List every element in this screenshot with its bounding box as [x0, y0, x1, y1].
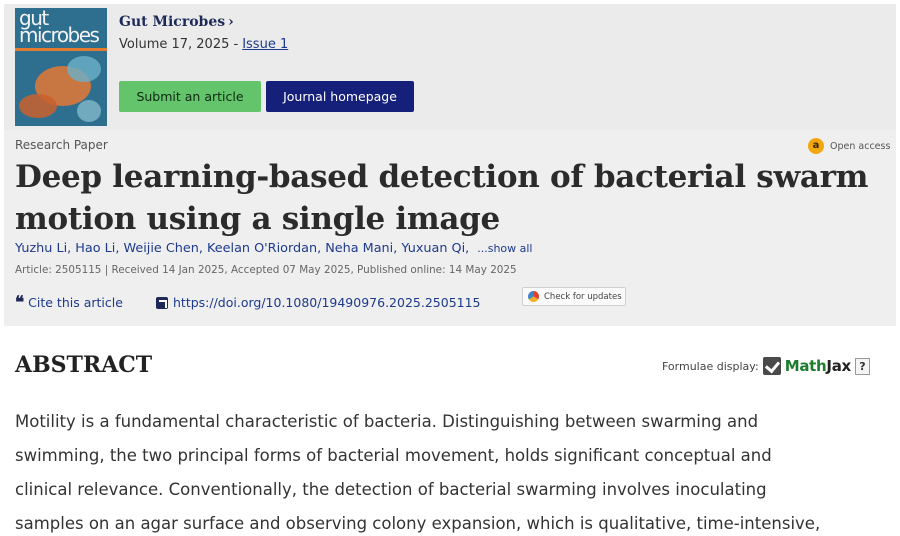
volume-info: Volume 17, 2025 - Issue 1	[119, 37, 288, 52]
abstract-line: clinical relevance. Conventionally, the …	[15, 480, 767, 499]
journal-homepage-button[interactable]: Journal homepage	[266, 81, 414, 112]
cite-label: Cite this article	[28, 295, 123, 310]
open-access-icon: a	[808, 138, 824, 154]
mathjax-logo[interactable]: MathJax	[785, 357, 851, 375]
help-icon[interactable]: ?	[854, 357, 870, 375]
chevron-right-icon: ›	[228, 14, 234, 30]
submit-article-button[interactable]: Submit an article	[119, 81, 261, 112]
cover-art	[19, 94, 57, 118]
journal-name: Gut Microbes	[119, 14, 226, 30]
cite-this-article-link[interactable]: ❝ Cite this article	[15, 292, 123, 313]
issue-link[interactable]: Issue 1	[242, 37, 288, 52]
abstract-heading: ABSTRACT	[15, 352, 153, 378]
formulae-display-toggle: Formulae display: MathJax ?	[662, 357, 870, 375]
abstract-line: samples on an agar surface and observing…	[15, 514, 821, 533]
cover-stripe	[15, 48, 107, 51]
abstract-line: Motility is a fundamental characteristic…	[15, 412, 759, 431]
article-dates: Article: 2505115 | Received 14 Jan 2025,…	[15, 264, 517, 276]
authors-links[interactable]: Yuzhu Li, Hao Li, Weijie Chen, Keelan O'…	[15, 241, 469, 256]
journal-cover-image[interactable]: gut microbes	[15, 8, 107, 126]
cover-title: gut microbes	[19, 8, 100, 47]
abstract-line: swimming, the two principal forms of bac…	[15, 446, 772, 465]
cover-art	[77, 100, 101, 122]
abstract-text: Motility is a fundamental characteristic…	[15, 405, 895, 536]
show-all-authors-link[interactable]: ...show all	[477, 242, 532, 255]
volume-text: Volume 17, 2025 -	[119, 37, 239, 52]
check-updates-label: Check for updates	[544, 291, 622, 302]
cover-art	[67, 56, 101, 82]
crossmark-icon	[528, 291, 539, 302]
quote-icon: ❝	[15, 292, 25, 313]
doi-link[interactable]: https://doi.org/10.1080/19490976.2025.25…	[156, 295, 481, 310]
article-title: Deep learning-based detection of bacteri…	[15, 159, 869, 237]
check-for-updates-button[interactable]: Check for updates	[522, 287, 626, 306]
formulae-label: Formulae display:	[662, 359, 759, 373]
doi-text: https://doi.org/10.1080/19490976.2025.25…	[173, 295, 481, 310]
open-access-label: Open access	[830, 140, 891, 152]
journal-name-link[interactable]: Gut Microbes ›	[119, 14, 234, 30]
checkmark-icon[interactable]	[762, 357, 781, 375]
open-access-badge: a Open access	[808, 138, 890, 154]
author-list: Yuzhu Li, Hao Li, Weijie Chen, Keelan O'…	[15, 241, 533, 256]
external-link-icon	[156, 296, 168, 309]
article-type: Research Paper	[15, 138, 108, 152]
